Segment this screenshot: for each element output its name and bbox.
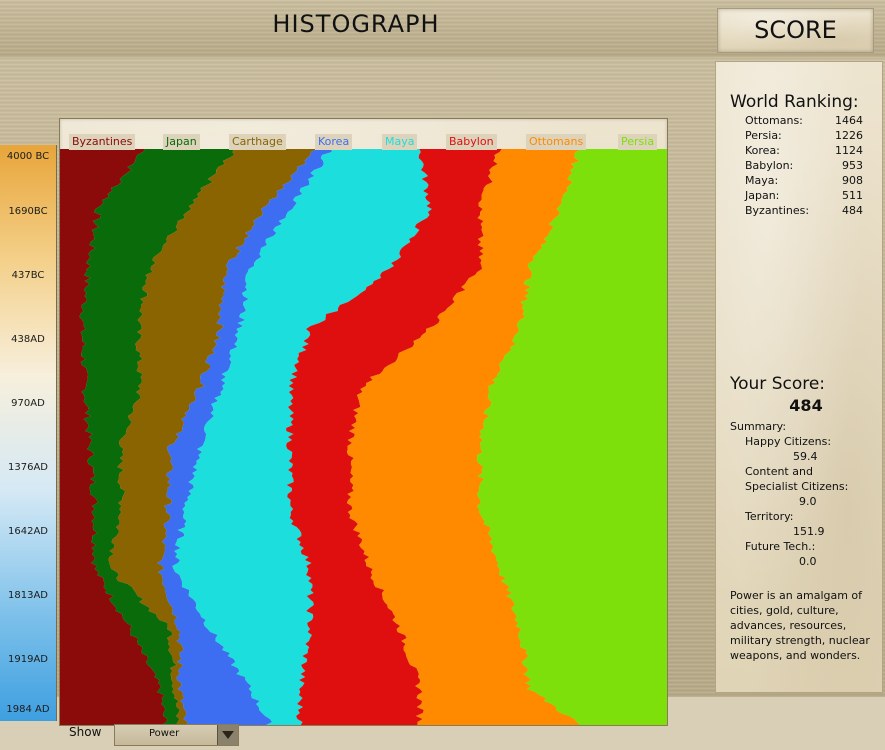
power-note: Power is an amalgam of cities, gold, cul… xyxy=(730,589,870,662)
ranking-civ-name: Japan: xyxy=(745,189,780,202)
territory-value: 151.9 xyxy=(793,525,825,538)
content-value: 9.0 xyxy=(799,495,817,508)
era-label: 437BC xyxy=(11,270,45,281)
future-tech-label: Future Tech.: xyxy=(745,540,816,553)
ranking-score: 1124 xyxy=(835,144,863,157)
territory-label: Territory: xyxy=(745,510,794,523)
civ-label-korea: Korea xyxy=(315,134,353,150)
civ-label-persia: Persia xyxy=(618,134,658,150)
score-sidebar: World Ranking: Ottomans: 1464 Persia: 1226 K… xyxy=(712,57,885,697)
civ-label-ottomans: Ottomans xyxy=(526,134,587,150)
score-header-bg: SCORE xyxy=(712,0,885,57)
era-label: 438AD xyxy=(11,334,45,345)
histograph-panel: Byzantines Japan Carthage Korea Maya Babylon O… xyxy=(60,119,667,725)
histograph-title-bar: HISTOGRAPH xyxy=(0,0,712,57)
ranking-civ-name: Ottomans: xyxy=(745,114,803,127)
ranking-civ-name: Persia: xyxy=(745,129,782,142)
timeline-bar: 4000 BC 1690BC 437BC 438AD 970AD 1376AD … xyxy=(0,145,57,721)
show-select-value: Power xyxy=(149,728,180,739)
show-row: Show Power xyxy=(60,724,680,750)
era-label: 1690BC xyxy=(8,206,48,217)
chevron-down-icon[interactable] xyxy=(217,725,238,745)
histograph-area: 4000 BC 1690BC 437BC 438AD 970AD 1376AD … xyxy=(0,57,712,746)
page-title: HISTOGRAPH xyxy=(272,10,440,38)
content-label: Content and xyxy=(745,465,813,478)
civ-label-maya: Maya xyxy=(382,134,418,150)
civ-label-babylon: Babylon xyxy=(446,134,497,150)
civ-label-byzantines: Byzantines xyxy=(69,134,136,150)
civ-label-carthage: Carthage xyxy=(229,134,286,150)
civ-label-japan: Japan xyxy=(163,134,200,150)
era-label: 970AD xyxy=(11,398,45,409)
score-title: SCORE xyxy=(754,16,837,44)
ranking-civ-name: Babylon: xyxy=(745,159,794,172)
ranking-score: 484 xyxy=(842,204,863,217)
score-tab: SCORE xyxy=(717,8,874,53)
show-label: Show xyxy=(69,725,102,739)
ranking-score: 953 xyxy=(842,159,863,172)
ranking-score: 908 xyxy=(842,174,863,187)
ranking-civ-name: Maya: xyxy=(745,174,779,187)
era-label: 1642AD xyxy=(8,526,48,537)
era-label: 1919AD xyxy=(8,654,48,665)
score-panel: World Ranking: Ottomans: 1464 Persia: 1226 K… xyxy=(715,61,883,693)
happy-citizens-label: Happy Citizens: xyxy=(745,435,832,448)
histograph-chart xyxy=(60,149,667,725)
show-select[interactable]: Power xyxy=(114,724,239,746)
era-label: 1376AD xyxy=(8,462,48,473)
era-label: 1813AD xyxy=(8,590,48,601)
era-label: 4000 BC xyxy=(6,151,50,162)
era-label: 1984 AD xyxy=(6,704,50,715)
your-score-value: 484 xyxy=(789,396,823,415)
your-score-title: Your Score: xyxy=(730,374,826,394)
ranking-score: 511 xyxy=(842,189,863,202)
ranking-civ-name: Korea: xyxy=(745,144,780,157)
future-tech-value: 0.0 xyxy=(799,555,817,568)
ranking-score: 1226 xyxy=(835,129,863,142)
summary-label: Summary: xyxy=(730,420,787,433)
specialist-label: Specialist Citizens: xyxy=(745,480,849,493)
world-ranking-title: World Ranking: xyxy=(730,92,859,112)
happy-citizens-value: 59.4 xyxy=(793,450,818,463)
ranking-score: 1464 xyxy=(835,114,863,127)
ranking-civ-name: Byzantines: xyxy=(745,204,810,217)
